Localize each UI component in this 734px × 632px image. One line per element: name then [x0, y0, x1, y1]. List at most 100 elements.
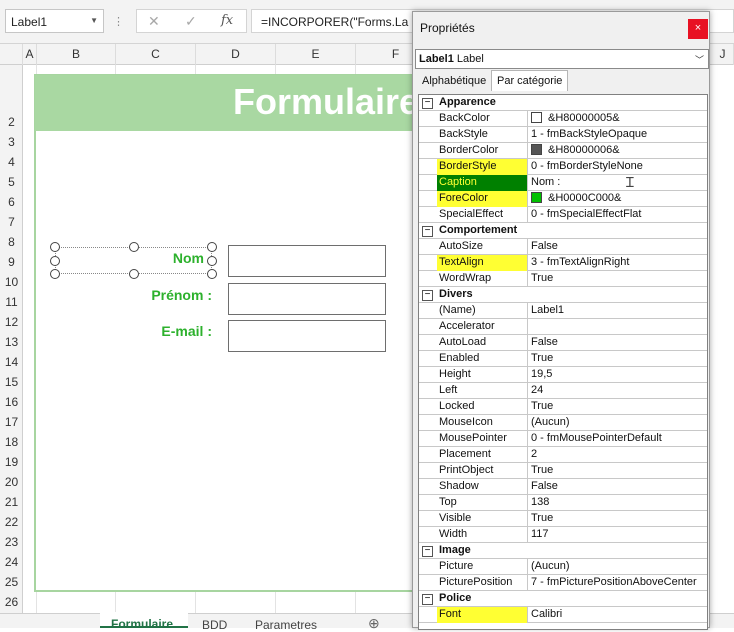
- property-value[interactable]: 19,5: [529, 367, 707, 383]
- row-header[interactable]: 24: [0, 555, 23, 569]
- tab-alphabetique[interactable]: Alphabétique: [417, 71, 491, 91]
- collapse-icon[interactable]: −: [422, 594, 433, 605]
- collapse-icon[interactable]: −: [422, 290, 433, 301]
- property-row-wordwrap[interactable]: WordWrap True: [419, 271, 707, 287]
- property-value[interactable]: 7 - fmPicturePositionAboveCenter: [529, 575, 707, 591]
- row-header[interactable]: 18: [0, 435, 23, 449]
- resize-handle[interactable]: [50, 256, 60, 266]
- column-header-b[interactable]: B: [37, 44, 116, 65]
- property-value[interactable]: 117: [529, 527, 707, 543]
- row-header[interactable]: 6: [0, 195, 23, 209]
- row-header[interactable]: 25: [0, 575, 23, 589]
- property-row-mousepointer[interactable]: MousePointer 0 - fmMousePointerDefault: [419, 431, 707, 447]
- property-row-backcolor[interactable]: BackColor &H80000005&: [419, 111, 707, 127]
- enter-icon[interactable]: ✓: [185, 13, 197, 30]
- property-row-visible[interactable]: Visible True: [419, 511, 707, 527]
- resize-handle[interactable]: [129, 242, 139, 252]
- property-row-pictureposition[interactable]: PicturePosition 7 - fmPicturePositionAbo…: [419, 575, 707, 591]
- resize-handle[interactable]: [129, 269, 139, 279]
- row-header[interactable]: 9: [0, 255, 23, 269]
- tab-par-categorie[interactable]: Par catégorie: [491, 70, 569, 91]
- category-row-image[interactable]: − Image: [419, 543, 707, 559]
- textbox-email[interactable]: [228, 320, 386, 352]
- row-header[interactable]: 13: [0, 335, 23, 349]
- property-value[interactable]: 0 - fmBorderStyleNone: [529, 159, 707, 175]
- property-grid[interactable]: − Apparence BackColor &H80000005& BackSt…: [418, 94, 708, 630]
- column-header-c[interactable]: C: [116, 44, 196, 65]
- property-row-placement[interactable]: Placement 2: [419, 447, 707, 463]
- row-header[interactable]: 10: [0, 275, 23, 289]
- property-row-picture[interactable]: Picture (Aucun): [419, 559, 707, 575]
- resize-handle[interactable]: [207, 269, 217, 279]
- textbox-prenom[interactable]: [228, 283, 386, 315]
- column-header-j[interactable]: J: [712, 44, 734, 65]
- property-row-width[interactable]: Width 117: [419, 527, 707, 543]
- category-row-divers[interactable]: − Divers: [419, 287, 707, 303]
- category-row-police[interactable]: − Police: [419, 591, 707, 607]
- row-header[interactable]: 20: [0, 475, 23, 489]
- row-header[interactable]: 2: [0, 115, 23, 129]
- sheet-tab-bdd[interactable]: BDD: [202, 618, 227, 632]
- property-row-textalign[interactable]: TextAlign 3 - fmTextAlignRight: [419, 255, 707, 271]
- property-value[interactable]: True: [529, 271, 707, 287]
- property-value[interactable]: &H0000C000&: [529, 191, 707, 207]
- property-row-specialeffect[interactable]: SpecialEffect 0 - fmSpecialEffectFlat: [419, 207, 707, 223]
- property-row-height[interactable]: Height 19,5: [419, 367, 707, 383]
- property-value[interactable]: Calibri: [529, 607, 707, 623]
- property-row-font[interactable]: Font Calibri: [419, 607, 707, 623]
- chevron-down-icon[interactable]: ﹀: [695, 53, 704, 66]
- property-value[interactable]: 24: [529, 383, 707, 399]
- row-header[interactable]: 3: [0, 135, 23, 149]
- row-header[interactable]: 11: [0, 295, 23, 309]
- property-value[interactable]: 3 - fmTextAlignRight: [529, 255, 707, 271]
- property-value[interactable]: True: [529, 463, 707, 479]
- object-selector[interactable]: Label1 Label ﹀: [415, 49, 709, 69]
- collapse-icon[interactable]: −: [422, 226, 433, 237]
- resize-handle[interactable]: [207, 242, 217, 252]
- property-value[interactable]: Label1: [529, 303, 707, 319]
- row-header[interactable]: 4: [0, 155, 23, 169]
- column-header-d[interactable]: D: [196, 44, 276, 65]
- property-row-shadow[interactable]: Shadow False: [419, 479, 707, 495]
- property-value[interactable]: (Aucun): [529, 559, 707, 575]
- property-value[interactable]: [529, 319, 707, 335]
- label-email[interactable]: E-mail :: [120, 323, 212, 339]
- property-value[interactable]: True: [529, 399, 707, 415]
- row-header[interactable]: 17: [0, 415, 23, 429]
- property-value[interactable]: 0 - fmMousePointerDefault: [529, 431, 707, 447]
- property-row-top[interactable]: Top 138: [419, 495, 707, 511]
- resize-handle[interactable]: [50, 269, 60, 279]
- row-header[interactable]: 15: [0, 375, 23, 389]
- column-header-e[interactable]: E: [276, 44, 356, 65]
- property-row-autosize[interactable]: AutoSize False: [419, 239, 707, 255]
- property-value[interactable]: True: [529, 351, 707, 367]
- property-row-left[interactable]: Left 24: [419, 383, 707, 399]
- property-row-mouseicon[interactable]: MouseIcon (Aucun): [419, 415, 707, 431]
- property-row-bordercolor[interactable]: BorderColor &H80000006&: [419, 143, 707, 159]
- property-value[interactable]: 1 - fmBackStyleOpaque: [529, 127, 707, 143]
- label-prenom[interactable]: Prénom :: [120, 287, 212, 303]
- row-header[interactable]: 14: [0, 355, 23, 369]
- property-row-printobject[interactable]: PrintObject True: [419, 463, 707, 479]
- row-header[interactable]: 16: [0, 395, 23, 409]
- property-row-accelerator[interactable]: Accelerator: [419, 319, 707, 335]
- row-header[interactable]: 26: [0, 595, 23, 609]
- property-value[interactable]: False: [529, 239, 707, 255]
- collapse-icon[interactable]: −: [422, 98, 433, 109]
- property-row-locked[interactable]: Locked True: [419, 399, 707, 415]
- property-value[interactable]: False: [529, 479, 707, 495]
- property-value[interactable]: &H80000005&: [529, 111, 707, 127]
- resize-handle[interactable]: [207, 256, 217, 266]
- row-header[interactable]: 19: [0, 455, 23, 469]
- row-header[interactable]: 12: [0, 315, 23, 329]
- row-header[interactable]: 22: [0, 515, 23, 529]
- row-header[interactable]: 21: [0, 495, 23, 509]
- row-header[interactable]: 8: [0, 235, 23, 249]
- property-value[interactable]: &H80000006&: [529, 143, 707, 159]
- row-header[interactable]: 5: [0, 175, 23, 189]
- category-row-comportement[interactable]: − Comportement: [419, 223, 707, 239]
- property-row-backstyle[interactable]: BackStyle 1 - fmBackStyleOpaque: [419, 127, 707, 143]
- collapse-icon[interactable]: −: [422, 546, 433, 557]
- column-header-a[interactable]: A: [23, 44, 37, 65]
- property-row-caption[interactable]: Caption Nom :: [419, 175, 707, 191]
